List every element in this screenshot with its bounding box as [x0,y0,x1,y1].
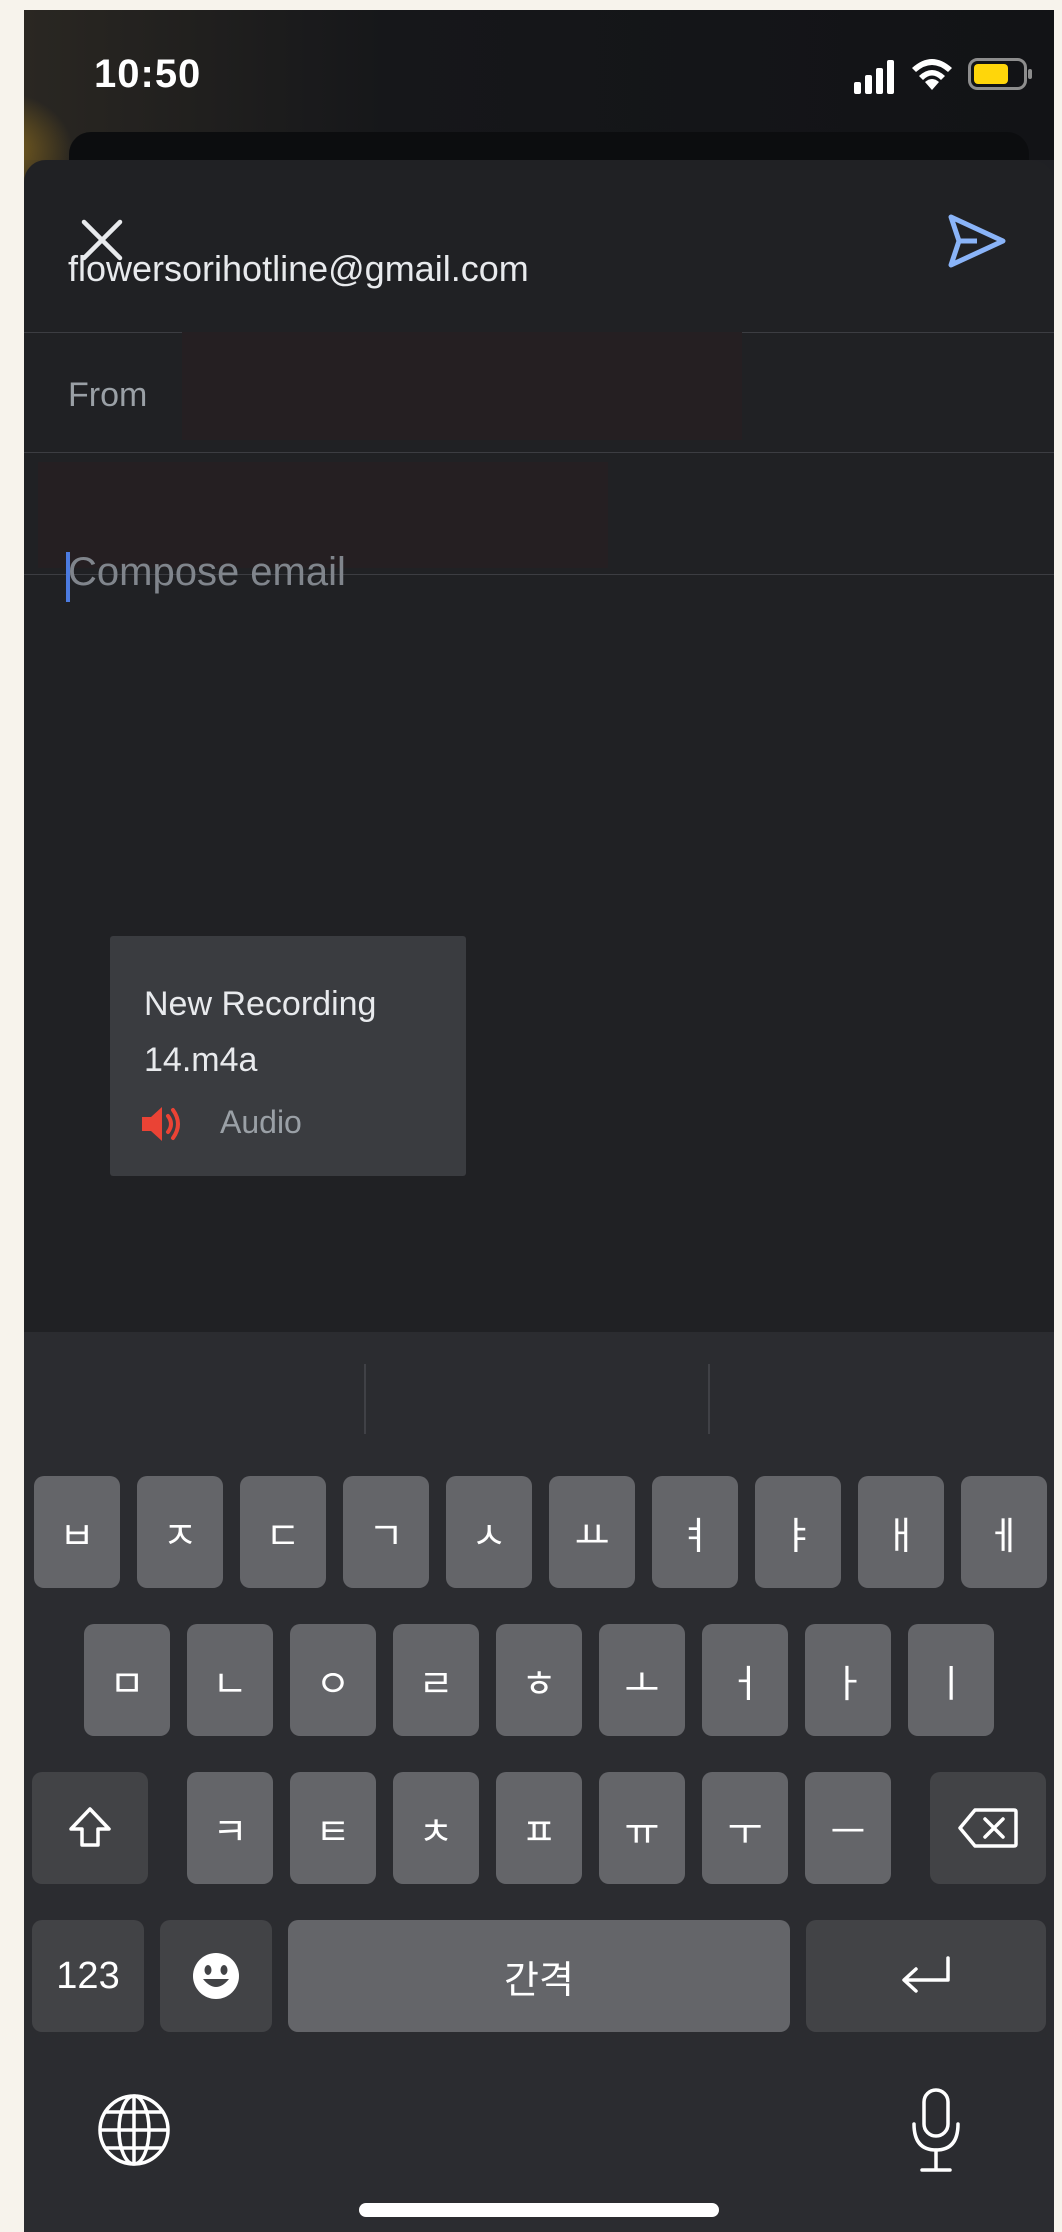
key[interactable]: ㅈ [137,1476,223,1588]
key[interactable]: ㅂ [34,1476,120,1588]
key-label: ㅡ [830,1809,866,1854]
audio-icon [142,1107,180,1141]
attachment-type: Audio [220,1104,302,1140]
emoji-key[interactable] [160,1920,272,2032]
key-label: ㅗ [624,1661,660,1706]
suggestion-divider [364,1364,366,1434]
wifi-icon [912,59,952,90]
key-label: ㅛ [574,1513,610,1558]
key[interactable]: ㅍ [496,1772,582,1884]
attachment-name: New Recording 14.m4a [144,985,377,1079]
emoji-icon [193,1953,239,1999]
key-label: ㄹ [418,1661,454,1706]
key-label: ㅌ [315,1809,351,1854]
key-label: ㅎ [521,1661,557,1706]
key[interactable]: ㅋ [187,1772,273,1884]
backspace-key[interactable] [930,1772,1046,1884]
key[interactable]: ㅊ [393,1772,479,1884]
return-key[interactable] [806,1920,1046,2032]
key-label: ㅊ [418,1809,454,1854]
shift-icon [69,1807,111,1847]
signal-icon [854,60,894,94]
key[interactable]: ㅑ [755,1476,841,1588]
redacted-sender [182,332,742,440]
key[interactable]: ㅗ [599,1624,685,1736]
key[interactable]: ㅇ [290,1624,376,1736]
key[interactable]: ㅔ [961,1476,1047,1588]
key-label: ㄱ [368,1513,404,1558]
backspace-icon [958,1808,1018,1848]
key[interactable]: ㅜ [702,1772,788,1884]
home-indicator[interactable] [359,2203,719,2217]
space-key[interactable]: 간격 [288,1920,790,2032]
key[interactable]: ㅡ [805,1772,891,1884]
key[interactable]: ㅐ [858,1476,944,1588]
key-label: ㄴ [212,1661,248,1706]
shift-key[interactable] [32,1772,148,1884]
key-label: ㅈ [162,1513,198,1558]
key-label: ㅑ [780,1513,816,1558]
to-recipient: flowersorihotline@gmail.com [68,248,529,289]
key[interactable]: ㅌ [290,1772,376,1884]
key-label: ㅏ [830,1661,866,1706]
key-label: ㅕ [677,1513,713,1558]
compose-body[interactable]: Compose email [68,550,346,595]
microphone-icon[interactable] [908,2086,964,2176]
suggestion-divider [708,1364,710,1434]
key-label: ㅔ [986,1513,1022,1558]
key[interactable]: ㅏ [805,1624,891,1736]
key-label: 123 [56,1954,120,1997]
key-label: ㅍ [521,1809,557,1854]
key-label: ㅣ [933,1661,969,1706]
key-label: 간격 [504,1957,574,2002]
key[interactable]: ㅅ [446,1476,532,1588]
key-label: ㅂ [59,1513,95,1558]
status-time: 10:50 [94,52,202,96]
from-field[interactable]: From [24,332,1054,453]
globe-icon[interactable] [96,2092,172,2168]
key[interactable]: ㅠ [599,1772,685,1884]
key[interactable]: ㄹ [393,1624,479,1736]
key[interactable]: ㅕ [652,1476,738,1588]
key[interactable]: ㅓ [702,1624,788,1736]
keyboard: ㅂ ㅈ ㄷ ㄱ ㅅ ㅛ ㅕ ㅑ ㅐ ㅔ ㅁ ㄴ ㅇ ㄹ ㅎ ㅗ ㅓ ㅏ ㅣ ㅋ … [24,1332,1054,2232]
key[interactable]: ㅣ [908,1624,994,1736]
key[interactable]: ㄷ [240,1476,326,1588]
key-label: ㅇ [315,1661,351,1706]
key-label: ㅜ [727,1809,763,1854]
battery-icon [968,58,1032,90]
key-label: ㄷ [265,1513,301,1558]
from-label: From [68,376,148,414]
return-icon [902,1956,950,1993]
to-field[interactable]: flowersorihotline@gmail.com [24,210,1054,333]
numbers-key[interactable]: 123 [32,1920,144,2032]
key-label: ㅐ [883,1513,919,1558]
key[interactable]: ㅛ [549,1476,635,1588]
key[interactable]: ㅁ [84,1624,170,1736]
key[interactable]: ㄱ [343,1476,429,1588]
phone-screen: 10:50 flowersorihotline@gmail.com From C… [24,10,1054,2232]
key-label: ㅠ [624,1809,660,1854]
key[interactable]: ㄴ [187,1624,273,1736]
key-label: ㅁ [109,1661,145,1706]
attachment-card[interactable]: New Recording 14.m4a Audio [110,936,466,1176]
key-label: ㅅ [471,1513,507,1558]
key-label: ㅋ [212,1809,248,1854]
key[interactable]: ㅎ [496,1624,582,1736]
key-label: ㅓ [727,1661,763,1706]
